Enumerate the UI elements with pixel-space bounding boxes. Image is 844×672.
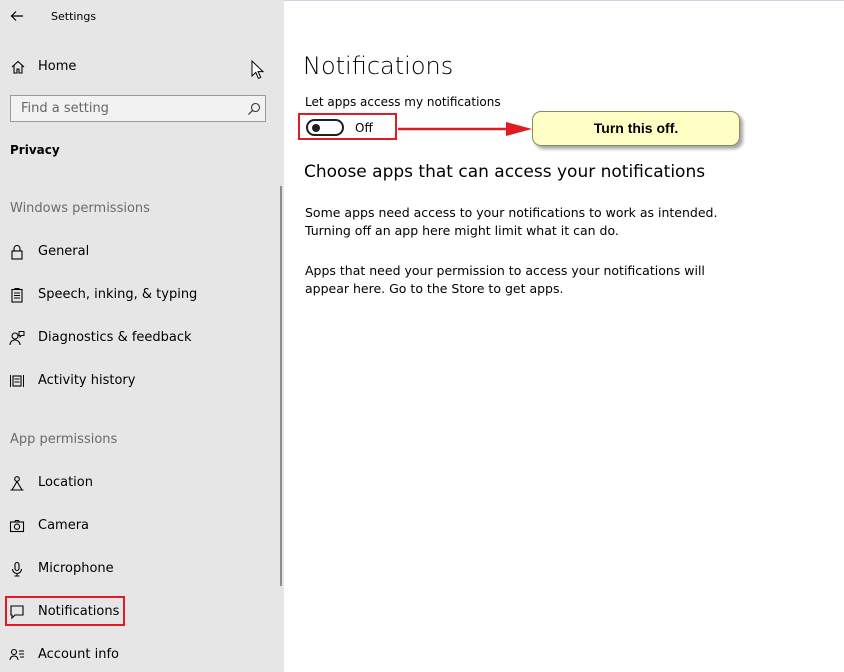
category-heading: Privacy [10,143,60,157]
microphone-icon [9,561,25,577]
section-heading: Choose apps that can access your notific… [304,162,706,182]
sidebar-item-label: Speech, inking, & typing [38,287,198,302]
camera-icon [9,518,25,534]
paragraph-line: Some apps need access to your notificati… [305,205,718,220]
annotation-highlight-notifications [5,596,125,626]
section-label-app-permissions: App permissions [10,432,118,447]
sidebar-item-label: Location [38,475,93,490]
account-info-icon [9,647,25,663]
search-input[interactable] [11,96,251,121]
sidebar-item-home[interactable]: Home [0,54,284,82]
person-feedback-icon [9,330,25,346]
window-title: Settings [51,10,97,23]
annotation-callout: Turn this off. [532,111,740,146]
paragraph-line: Apps that need your permission to access… [305,263,705,278]
lock-icon [9,244,25,260]
sidebar-item-label: Home [38,59,77,74]
sidebar-item-label: Diagnostics & feedback [38,330,192,345]
search-icon[interactable] [247,101,261,115]
sidebar: Settings Home Privacy Windows permission… [0,0,284,672]
sidebar-item-speech[interactable]: Speech, inking, & typing [0,281,270,309]
paragraph-line: Turning off an app here might limit what… [305,223,619,238]
home-icon [10,59,26,75]
back-arrow-icon[interactable] [8,6,28,26]
sidebar-item-label: Camera [38,518,90,533]
location-icon [9,475,25,491]
sidebar-item-camera[interactable]: Camera [0,512,270,540]
sidebar-item-label: Microphone [38,561,114,576]
sidebar-scrollbar[interactable] [280,186,282,586]
sidebar-item-label: General [38,244,90,259]
paragraph-line: appear here. Go to the Store to get apps… [305,281,564,296]
sidebar-item-label: Account info [38,647,120,662]
toggle-label: Let apps access my notifications [305,95,501,109]
timeline-icon [9,373,25,389]
mouse-cursor-icon [251,59,265,80]
section-label-windows-permissions: Windows permissions [10,201,150,216]
sidebar-item-account-info[interactable]: Account info [0,641,270,669]
sidebar-item-diagnostics[interactable]: Diagnostics & feedback [0,324,270,352]
sidebar-item-activity-history[interactable]: Activity history [0,367,270,395]
sidebar-item-label: Activity history [38,373,136,388]
description-paragraph: Some apps need access to your notificati… [305,204,745,240]
clipboard-icon [9,287,25,303]
page-title: Notifications [303,52,454,80]
annotation-highlight-toggle [298,113,397,140]
sidebar-item-location[interactable]: Location [0,469,270,497]
annotation-arrow-icon [398,122,532,136]
search-box[interactable] [10,95,266,122]
store-info-paragraph: Apps that need your permission to access… [305,262,745,298]
sidebar-item-general[interactable]: General [0,238,270,266]
sidebar-item-microphone[interactable]: Microphone [0,555,270,583]
